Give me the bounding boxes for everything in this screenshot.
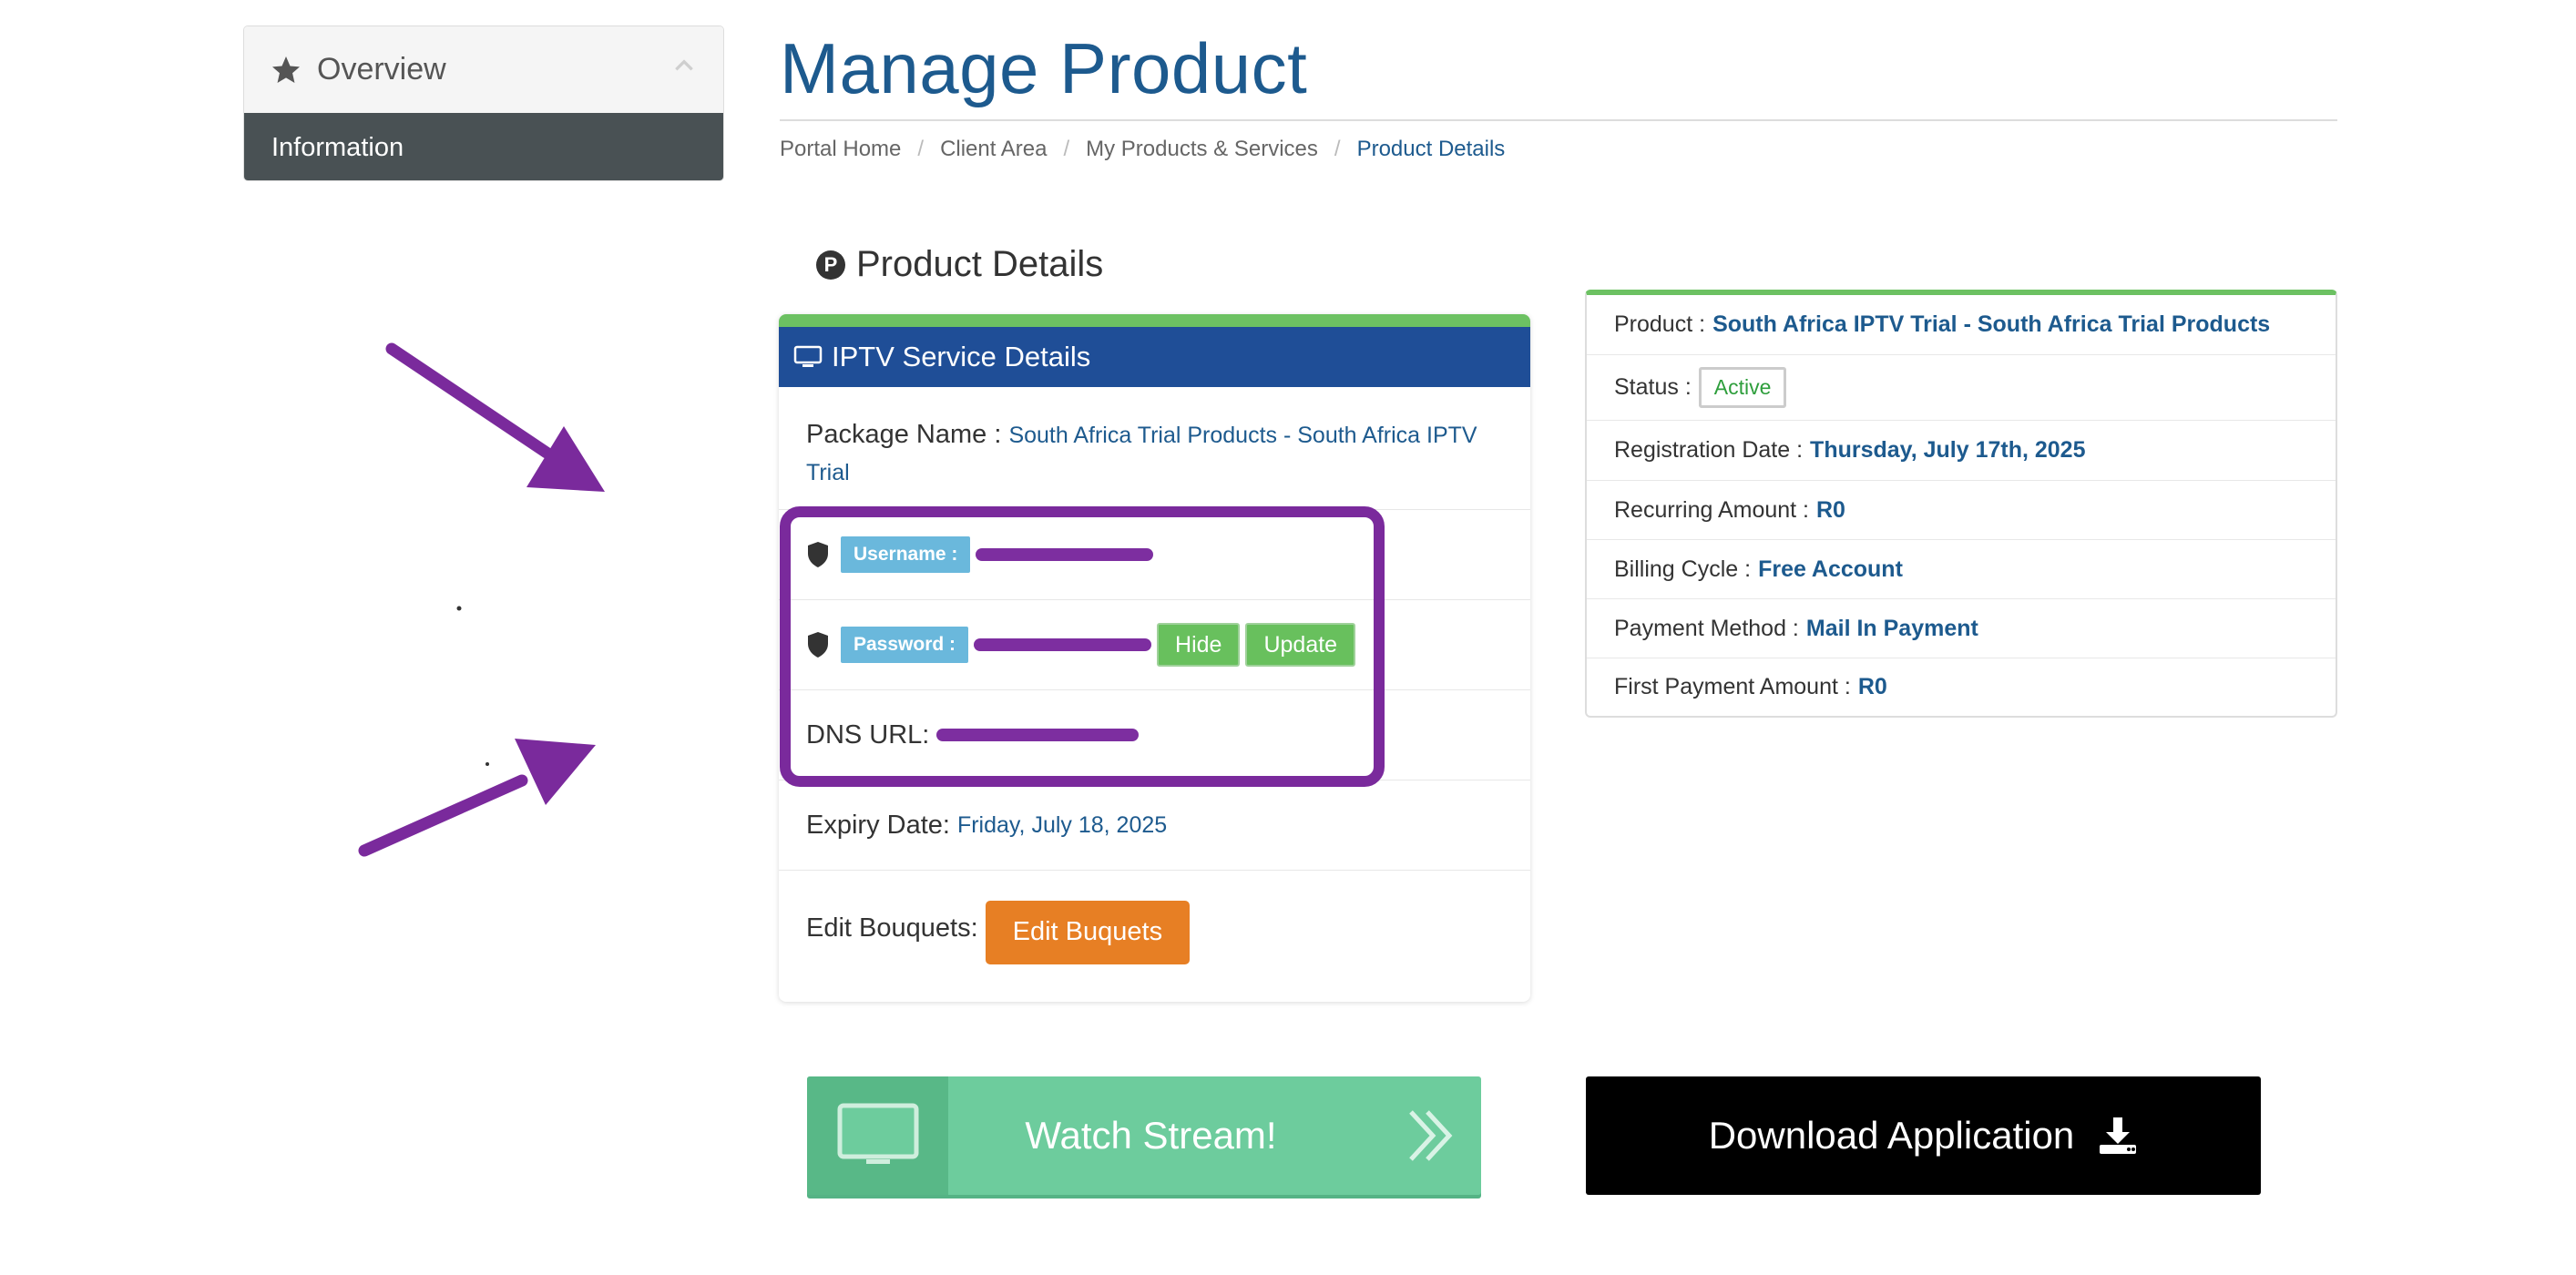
section-title: P Product Details	[816, 244, 1103, 285]
breadcrumb-product-details: Product Details	[1356, 137, 1506, 161]
iptv-service-title: IPTV Service Details	[832, 341, 1091, 372]
password-row: Password : Hide Update	[779, 600, 1530, 690]
sidebar-header-title: Overview	[317, 52, 446, 87]
billing-cycle-row: Billing Cycle : Free Account	[1587, 540, 2336, 599]
download-icon	[2100, 1117, 2137, 1154]
hide-password-button[interactable]: Hide	[1157, 623, 1241, 667]
dns-url-row: DNS URL:	[779, 690, 1530, 780]
recurring-amount-row: Recurring Amount : R0	[1587, 481, 2336, 540]
page-title: Manage Product	[780, 28, 1308, 108]
product-p-icon: P	[816, 250, 845, 280]
first-payment-label: First Payment Amount :	[1614, 674, 1851, 699]
product-row: Product : South Africa IPTV Trial - Sout…	[1587, 295, 2336, 355]
payment-method-row: Payment Method : Mail In Payment	[1587, 599, 2336, 658]
product-label: Product :	[1614, 311, 1706, 337]
stray-dot	[486, 762, 489, 766]
billing-cycle-value: Free Account	[1758, 556, 1903, 582]
password-label: Password :	[841, 627, 969, 663]
watch-stream-label: Watch Stream!	[1025, 1114, 1277, 1157]
status-label: Status :	[1614, 374, 1692, 400]
edit-bouquets-label: Edit Bouquets:	[806, 913, 978, 943]
registration-date-label: Registration Date :	[1614, 437, 1804, 463]
section-title-text: Product Details	[856, 244, 1104, 284]
breadcrumb-my-products[interactable]: My Products & Services	[1086, 137, 1318, 162]
tv-icon-box	[807, 1076, 948, 1195]
iptv-service-header: IPTV Service Details	[779, 327, 1530, 387]
registration-date-row: Registration Date : Thursday, July 17th,…	[1587, 421, 2336, 481]
expiry-date-label: Expiry Date:	[806, 810, 950, 840]
shield-icon	[808, 632, 828, 658]
expiry-date-value: Friday, July 18, 2025	[956, 811, 1168, 838]
sidebar-item-information[interactable]: Information	[244, 113, 723, 180]
payment-method-value: Mail In Payment	[1805, 615, 1978, 641]
download-application-label: Download Application	[1708, 1114, 2075, 1157]
breadcrumb: Portal Home / Client Area / My Products …	[780, 137, 1505, 162]
sidebar-item-label: Information	[271, 132, 404, 162]
update-password-button[interactable]: Update	[1245, 623, 1356, 667]
username-row: Username :	[779, 510, 1530, 600]
watch-stream-button[interactable]: Watch Stream!	[807, 1076, 1481, 1195]
stray-dot	[456, 606, 462, 611]
double-chevron-right-icon	[1381, 1108, 1481, 1163]
status-row: Status : Active	[1587, 355, 2336, 421]
product-info-panel: Product : South Africa IPTV Trial - Sout…	[1585, 290, 2337, 718]
expiry-date-row: Expiry Date: Friday, July 18, 2025	[779, 780, 1530, 871]
payment-method-label: Payment Method :	[1614, 615, 1799, 641]
download-application-button[interactable]: Download Application	[1586, 1076, 2261, 1195]
edit-bouquets-row: Edit Bouquets: Edit Buquets	[779, 871, 1530, 986]
breadcrumb-separator: /	[1063, 137, 1070, 161]
monitor-icon	[793, 345, 823, 367]
username-label: Username :	[841, 536, 971, 573]
status-badge: Active	[1698, 367, 1787, 408]
breadcrumb-client-area[interactable]: Client Area	[940, 137, 1047, 162]
shield-icon	[808, 542, 828, 567]
title-divider	[780, 119, 2337, 121]
sidebar: Overview Information	[243, 26, 724, 181]
product-value: South Africa IPTV Trial - South Africa T…	[1712, 311, 2271, 337]
chevron-up-icon[interactable]	[672, 54, 696, 77]
package-name-label: Package Name :	[806, 420, 1002, 449]
dns-url-redaction	[936, 729, 1140, 741]
star-icon	[272, 56, 300, 83]
registration-date-value: Thursday, July 17th, 2025	[1810, 437, 2086, 463]
breadcrumb-separator: /	[1334, 137, 1341, 161]
username-redaction	[976, 548, 1154, 561]
recurring-amount-value: R0	[1816, 496, 1845, 523]
password-redaction	[974, 638, 1152, 651]
recurring-amount-label: Recurring Amount :	[1614, 496, 1809, 523]
tv-icon	[837, 1103, 918, 1164]
billing-cycle-label: Billing Cycle :	[1614, 556, 1752, 582]
sidebar-header[interactable]: Overview	[244, 26, 723, 113]
breadcrumb-portal-home[interactable]: Portal Home	[780, 137, 901, 162]
dns-url-label: DNS URL:	[806, 719, 930, 750]
package-name-row: Package Name : South Africa Trial Produc…	[779, 387, 1530, 510]
annotation-arrow-bottom	[358, 739, 596, 857]
breadcrumb-separator: /	[917, 137, 925, 161]
annotation-arrow-top	[385, 342, 605, 492]
panel-accent-bar	[779, 314, 1530, 327]
first-payment-row: First Payment Amount : R0	[1587, 658, 2336, 716]
edit-bouquets-button[interactable]: Edit Buquets	[985, 900, 1191, 964]
first-payment-value: R0	[1857, 674, 1887, 699]
iptv-service-panel: IPTV Service Details Package Name : Sout…	[779, 314, 1530, 1002]
